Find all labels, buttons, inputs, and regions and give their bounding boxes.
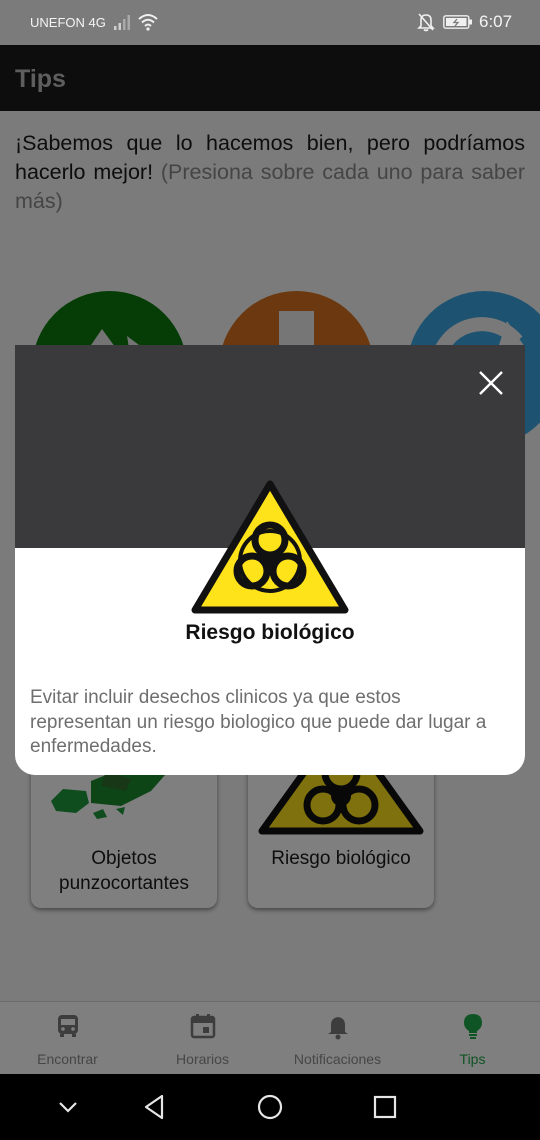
carrier-label: UNEFON 4G [30,15,106,30]
home-icon[interactable] [255,1092,285,1122]
status-bar: UNEFON 4G 6:07 [0,0,540,45]
dialog-description: Evitar incluir desechos clinicos ya que … [30,687,487,757]
signal-icon [114,15,130,30]
chevron-down-icon[interactable] [53,1092,83,1122]
battery-icon [443,15,472,29]
close-icon[interactable] [477,369,505,397]
recents-icon[interactable] [370,1092,400,1122]
wifi-icon [138,14,158,31]
tip-detail-dialog: Riesgo biológico Evitar incluir desechos… [15,345,525,775]
back-icon[interactable] [140,1092,170,1122]
system-nav-bar [0,1074,540,1140]
clock: 6:07 [479,12,513,31]
dialog-title: Riesgo biológico [185,621,355,644]
biohazard-icon [191,480,349,614]
mute-icon [417,13,435,32]
